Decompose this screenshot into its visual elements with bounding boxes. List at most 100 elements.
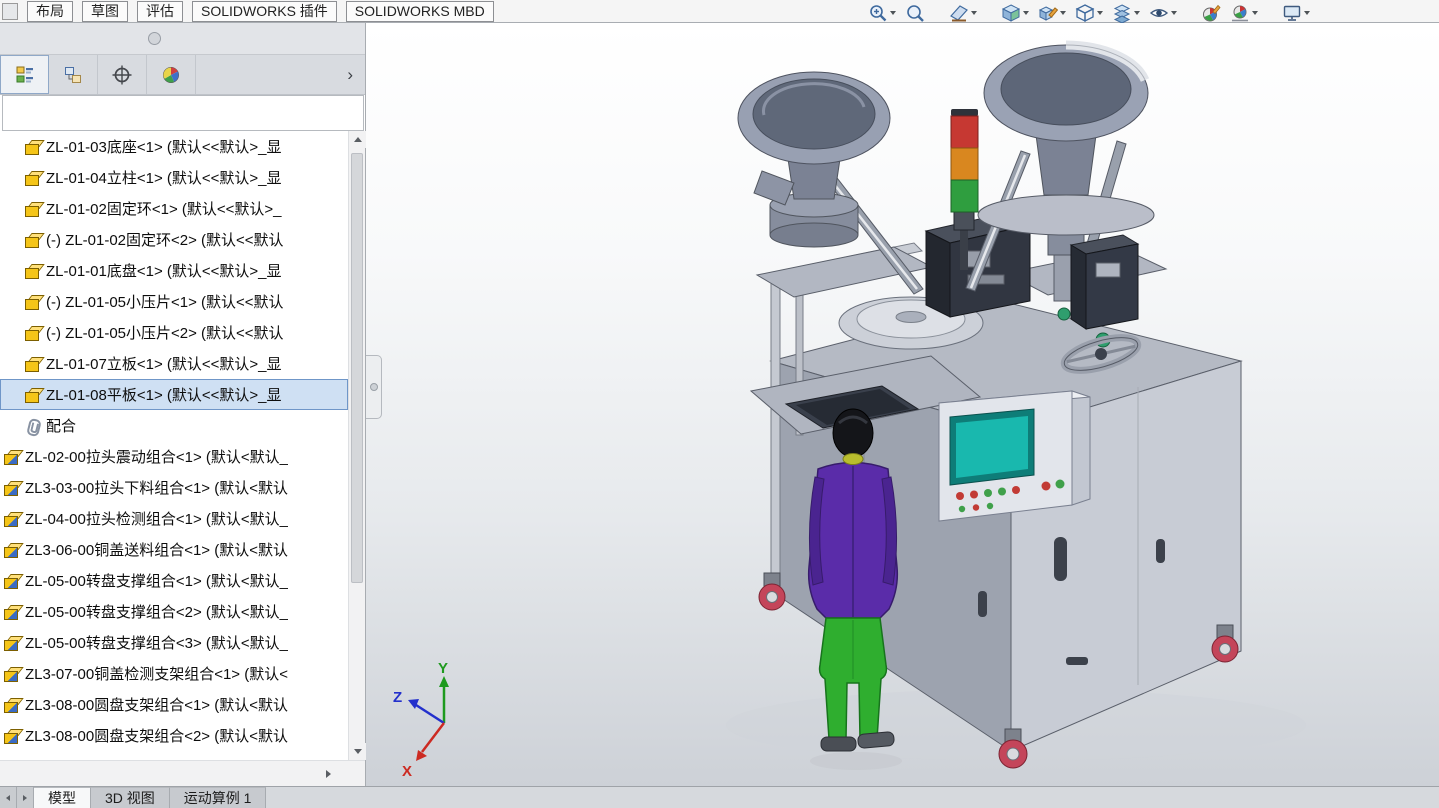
tree-item[interactable]: ZL-01-04立柱<1> (默认<<默认>_显	[0, 162, 348, 193]
tree-item-label: 配合	[46, 418, 77, 435]
tree-item[interactable]: ZL-05-00转盘支撑组合<1> (默认<默认_	[0, 565, 348, 596]
scroll-down-button[interactable]	[349, 743, 366, 760]
solidworks-window: 布局 草图 评估 SOLIDWORKS 插件 SOLIDWORKS MBD › …	[0, 0, 1439, 808]
tree-item-icon	[24, 139, 41, 155]
graphics-viewport[interactable]: Y Z X	[366, 23, 1439, 786]
tree-item-icon	[24, 170, 41, 186]
arrow-right-icon	[23, 794, 27, 801]
model-tab[interactable]: 模型	[34, 787, 91, 808]
tree-item[interactable]: ZL-01-01底盘<1> (默认<<默认>_显	[0, 255, 348, 286]
appearances-icon[interactable]	[1201, 3, 1221, 23]
zoom-to-area-icon[interactable]	[868, 3, 896, 23]
control-panel[interactable]	[938, 390, 1091, 522]
tree-filter-box[interactable]	[2, 95, 364, 131]
tree-item-label: ZL-01-01底盘<1> (默认<<默认>_显	[46, 263, 282, 280]
arrow-down-icon	[353, 749, 362, 754]
tree-item[interactable]: ZL-02-00拉头震动组合<1> (默认<默认_	[0, 441, 348, 472]
tree-item[interactable]: 配合	[0, 410, 348, 441]
tree-item[interactable]: ZL-04-00拉头检测组合<1> (默认<默认_	[0, 503, 348, 534]
tree-item[interactable]: ZL-01-08平板<1> (默认<<默认>_显	[0, 379, 348, 410]
hmi-screen	[956, 416, 1028, 478]
apply-scene-icon[interactable]	[1230, 3, 1258, 23]
tree-item[interactable]: ZL3-06-00铜盖送料组合<1> (默认<默认	[0, 534, 348, 565]
scroll-right-button[interactable]	[319, 765, 337, 783]
model-tab[interactable]: 运动算例 1	[169, 787, 267, 808]
tree-item-label: ZL-05-00转盘支撑组合<3> (默认<默认_	[25, 635, 288, 652]
tree-item-label: ZL3-07-00铜盖检测支架组合<1> (默认<	[25, 666, 288, 683]
panel-expand-chevron[interactable]: ›	[341, 55, 359, 95]
ribbon-tab[interactable]: 草图	[82, 0, 128, 22]
dropdown-caret-icon[interactable]	[1304, 11, 1310, 15]
ribbon-tab[interactable]: SOLIDWORKS MBD	[345, 0, 494, 22]
heads-up-view-toolbar	[868, 1, 1310, 25]
featuremanager-tab-strip	[0, 55, 365, 95]
displaymanager-tab[interactable]	[147, 55, 196, 94]
orientation-triad: Y Z X	[393, 660, 449, 780]
dropdown-caret-icon[interactable]	[971, 11, 977, 15]
ribbon-overflow-icon[interactable]	[2, 2, 18, 20]
configurationmanager-tab[interactable]	[98, 55, 147, 94]
tree-item-icon	[3, 697, 20, 713]
tab-scroll-right-button[interactable]	[17, 787, 34, 808]
tree-item-icon	[24, 387, 41, 403]
tree-item[interactable]: ZL-05-00转盘支撑组合<3> (默认<默认_	[0, 627, 348, 658]
ribbon-tab[interactable]: 评估	[137, 0, 183, 22]
ribbon-tab[interactable]: 布局	[27, 0, 73, 22]
tree-item[interactable]: ZL-01-03底座<1> (默认<<默认>_显	[0, 131, 348, 162]
tree-item-label: ZL-01-02固定环<1> (默认<<默认>_	[46, 201, 282, 218]
tree-item-label: ZL-05-00转盘支撑组合<2> (默认<默认_	[25, 604, 288, 621]
dropdown-caret-icon[interactable]	[1171, 11, 1177, 15]
panel-splitter-grip[interactable]	[0, 23, 365, 55]
tree-item-icon	[3, 511, 20, 527]
propertymanager-tab[interactable]	[49, 55, 98, 94]
dropdown-caret-icon[interactable]	[1097, 11, 1103, 15]
triad-x-label: X	[402, 763, 412, 780]
tree-vertical-scrollbar[interactable]	[348, 131, 366, 760]
tab-scroll-left-button[interactable]	[0, 787, 17, 808]
eye-icon[interactable]	[1149, 3, 1177, 23]
dropdown-caret-icon[interactable]	[1060, 11, 1066, 15]
model-tab[interactable]: 3D 视图	[91, 787, 170, 808]
zoom-fit-icon[interactable]	[905, 3, 925, 23]
dropdown-caret-icon[interactable]	[1023, 11, 1029, 15]
tree-item-icon	[24, 325, 41, 341]
view-settings-icon[interactable]	[1282, 3, 1310, 23]
scrollbar-thumb[interactable]	[351, 153, 363, 583]
dropdown-caret-icon[interactable]	[890, 11, 896, 15]
ribbon-tab[interactable]: SOLIDWORKS 插件	[192, 0, 337, 22]
tree-item-label: ZL3-08-00圆盘支架组合<1> (默认<默认	[25, 697, 288, 714]
tree-item[interactable]: ZL-01-07立板<1> (默认<<默认>_显	[0, 348, 348, 379]
tree-item[interactable]: ZL-01-02固定环<1> (默认<<默认>_	[0, 193, 348, 224]
tree-item-icon	[24, 201, 41, 217]
featuremanager-tree-tab[interactable]	[0, 55, 49, 94]
edit-appearance-icon[interactable]	[1038, 3, 1066, 23]
tree-horizontal-scrollbar[interactable]	[0, 760, 365, 786]
view-orientation-icon[interactable]	[1001, 3, 1029, 23]
hide-show-items-icon[interactable]	[1112, 3, 1140, 23]
tree-item[interactable]: (-) ZL-01-02固定环<2> (默认<<默认	[0, 224, 348, 255]
display-style-icon[interactable]	[1075, 3, 1103, 23]
featuremanager-tree-icon	[16, 66, 33, 82]
viewport-3d-scene[interactable]: Y Z X	[366, 23, 1439, 786]
scroll-up-button[interactable]	[349, 131, 366, 148]
tree-item[interactable]: ZL-05-00转盘支撑组合<2> (默认<默认_	[0, 596, 348, 627]
panel-collapse-handle[interactable]	[366, 355, 382, 419]
tree-item[interactable]: (-) ZL-01-05小压片<2> (默认<<默认	[0, 317, 348, 348]
tree-item[interactable]: ZL3-07-00铜盖检测支架组合<1> (默认<	[0, 658, 348, 689]
dropdown-caret-icon[interactable]	[1252, 11, 1258, 15]
tree-item-icon	[24, 418, 41, 434]
dropdown-caret-icon[interactable]	[1134, 11, 1140, 15]
tree-item-label: ZL-04-00拉头检测组合<1> (默认<默认_	[25, 511, 288, 528]
tree-item[interactable]: (-) ZL-01-05小压片<1> (默认<<默认	[0, 286, 348, 317]
tree-item-icon	[3, 604, 20, 620]
tree-item-label: ZL3-06-00铜盖送料组合<1> (默认<默认	[25, 542, 288, 559]
tree-item[interactable]: ZL3-08-00圆盘支架组合<1> (默认<默认	[0, 689, 348, 720]
section-view-icon[interactable]	[949, 3, 977, 23]
tree-item[interactable]: ZL3-03-00拉头下料组合<1> (默认<默认	[0, 472, 348, 503]
tree-item-icon	[24, 232, 41, 248]
tree-item[interactable]: ZL3-08-00圆盘支架组合<2> (默认<默认	[0, 720, 348, 751]
splitter-dot-icon[interactable]	[148, 32, 161, 45]
tree-item-icon	[3, 449, 20, 465]
triad-z-label: Z	[393, 689, 402, 706]
triad-y-label: Y	[438, 660, 448, 677]
